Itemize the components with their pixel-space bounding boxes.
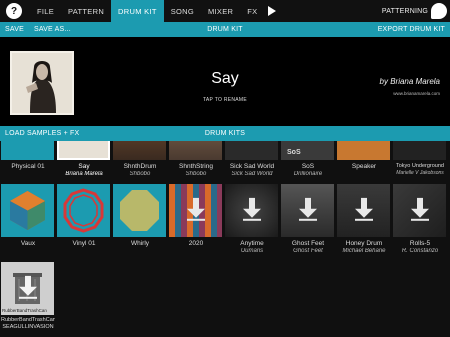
kit-tile-sos[interactable]: SoS SoS Drillionaire <box>281 141 335 177</box>
kit-thumbnail <box>225 141 278 160</box>
kit-thumbnail <box>393 141 446 160</box>
kit-author-label: Drillionaire <box>293 171 323 177</box>
drum-kits-bar: LOAD SAMPLES + FX DRUM KITS <box>0 126 450 141</box>
kit-tile-honey-drum[interactable]: Honey Drum Michael Beharie <box>337 184 391 254</box>
kit-tile-vinyl-01[interactable]: Vinyl 01 <box>57 184 111 247</box>
kit-name-label: Anytime <box>240 240 264 247</box>
kit-author-label: Marielle V Jakobsons <box>396 170 444 176</box>
download-icon[interactable] <box>410 197 430 221</box>
tap-to-rename-hint: TAP TO RENAME <box>202 97 248 103</box>
kit-thumbnail-label: SoS <box>287 149 301 156</box>
top-nav: ? FILE PATTERN DRUM KIT SONG MIXER FX PA… <box>0 0 450 22</box>
kit-name-label: Honey Drum <box>345 240 383 247</box>
help-button[interactable]: ? <box>6 3 22 19</box>
kit-tile-tokyo-underground[interactable]: Tokyo Underground Marielle V Jakobsons <box>393 141 447 176</box>
octagon-icon <box>120 190 159 231</box>
tab-fx[interactable]: FX <box>240 0 264 22</box>
kit-thumbnail-label: RubberBandTrashCan <box>2 308 47 313</box>
kit-author-label: Shbobo <box>185 171 207 177</box>
kit-tile-2020[interactable]: 2020 <box>169 184 223 247</box>
drum-kit-toolbar: SAVE SAVE AS... DRUM KIT EXPORT DRUM KIT <box>0 22 450 37</box>
tab-pattern[interactable]: PATTERN <box>61 0 111 22</box>
kit-website[interactable]: www.brianamarela.com <box>393 91 440 96</box>
kit-thumbnail <box>113 141 166 160</box>
kit-tile-ghost-feet[interactable]: Ghost Feet Ghost Feet <box>281 184 335 254</box>
save-button[interactable]: SAVE <box>5 26 24 33</box>
kit-tile-anytime[interactable]: Anytime Uumans <box>225 184 279 254</box>
kit-author: by Briana Marela <box>379 77 440 86</box>
kit-author-label: Ghost Feet <box>293 248 323 254</box>
kit-name-label: RubberBandTrashCan <box>1 317 55 323</box>
kit-tile-rolls-5[interactable]: Rolls-5 R. Constanzo <box>393 184 447 254</box>
drum-kits-title: DRUM KITS <box>204 130 246 137</box>
kit-tile-shnthdrum[interactable]: ShnthDrum Shbobo <box>113 141 167 177</box>
kit-tile-rubberbandtrashcan[interactable]: RubberBandTrashCan RubberBandTrashCan SE… <box>1 262 55 330</box>
drum-kit-grid: Physical 01 Say Briana Marela ShnthDrum … <box>0 141 450 337</box>
kit-tile-say[interactable]: Say Briana Marela <box>57 141 111 177</box>
kit-name-label: Sick Sad World <box>229 163 275 170</box>
kit-thumbnail <box>1 184 54 237</box>
download-icon[interactable] <box>242 197 262 221</box>
kit-author-label: Briana Marela <box>65 171 103 177</box>
kit-name-label: Whirly <box>130 240 150 247</box>
kit-thumbnail <box>169 141 222 160</box>
kit-author-label: SEAGULLINVASION <box>2 324 54 330</box>
kit-author-label: Sick Sad World <box>231 171 273 177</box>
load-samples-button[interactable]: LOAD SAMPLES + FX <box>5 130 79 137</box>
kit-author-label: Uumans <box>240 248 264 254</box>
kit-author-label: Michael Beharie <box>342 248 386 254</box>
app-name: PATTERNING <box>381 7 428 15</box>
kit-tile-sick-sad-world[interactable]: Sick Sad World Sick Sad World <box>225 141 279 177</box>
kit-name-label: Say <box>78 163 90 170</box>
kit-thumbnail <box>337 141 390 160</box>
kit-header: Say TAP TO RENAME by Briana Marela www.b… <box>0 37 450 128</box>
decagon-icon <box>63 188 104 233</box>
kit-thumbnail: RubberBandTrashCan <box>1 262 54 315</box>
kit-thumbnail <box>169 184 222 237</box>
download-icon[interactable] <box>186 197 206 221</box>
kit-name-label: 2020 <box>188 240 204 247</box>
app-logo-icon[interactable] <box>431 3 447 19</box>
kit-tile-vaux[interactable]: Vaux <box>1 184 55 247</box>
tab-drum-kit[interactable]: DRUM KIT <box>111 0 164 22</box>
kit-thumbnail <box>1 141 54 160</box>
tab-song[interactable]: SONG <box>164 0 201 22</box>
kit-name-label: Rolls-5 <box>409 240 431 247</box>
kit-author-label: R. Constanzo <box>401 248 439 254</box>
hexagon-icon <box>10 191 45 230</box>
kit-name-label: Ghost Feet <box>291 240 325 247</box>
toolbar-title: DRUM KIT <box>207 26 243 33</box>
kit-tile-whirly[interactable]: Whirly <box>113 184 167 247</box>
download-icon[interactable] <box>298 197 318 221</box>
kit-name-label: Physical 01 <box>11 163 45 170</box>
kit-tile-physical-01[interactable]: Physical 01 <box>1 141 55 170</box>
kit-name-label: Speaker <box>351 163 377 170</box>
kit-name-label: Vaux <box>20 240 36 247</box>
kit-thumbnail <box>225 184 278 237</box>
kit-thumbnail <box>57 141 110 160</box>
kit-thumbnail: SoS <box>281 141 334 160</box>
kit-author-label: Shbobo <box>129 171 151 177</box>
kit-name-label: SoS <box>301 163 315 170</box>
export-drum-kit-button[interactable]: EXPORT DRUM KIT <box>378 26 445 33</box>
kit-tile-shnthstring[interactable]: ShnthString Shbobo <box>169 141 223 177</box>
tab-file[interactable]: FILE <box>30 0 61 22</box>
play-icon[interactable] <box>268 6 277 16</box>
tab-mixer[interactable]: MIXER <box>201 0 240 22</box>
kit-thumbnail <box>281 184 334 237</box>
kit-thumbnail <box>337 184 390 237</box>
kit-thumbnail <box>57 184 110 237</box>
save-as-button[interactable]: SAVE AS... <box>34 26 71 33</box>
kit-thumbnail <box>393 184 446 237</box>
kit-name-label: Vinyl 01 <box>72 240 96 247</box>
kit-name-label: Tokyo Underground <box>395 163 444 169</box>
kit-thumbnail <box>113 184 166 237</box>
kit-tile-speaker[interactable]: Speaker <box>337 141 391 170</box>
download-icon[interactable] <box>354 197 374 221</box>
download-icon[interactable] <box>18 275 38 299</box>
kit-name-label: ShnthString <box>179 163 213 170</box>
kit-name-label: ShnthDrum <box>123 163 157 170</box>
